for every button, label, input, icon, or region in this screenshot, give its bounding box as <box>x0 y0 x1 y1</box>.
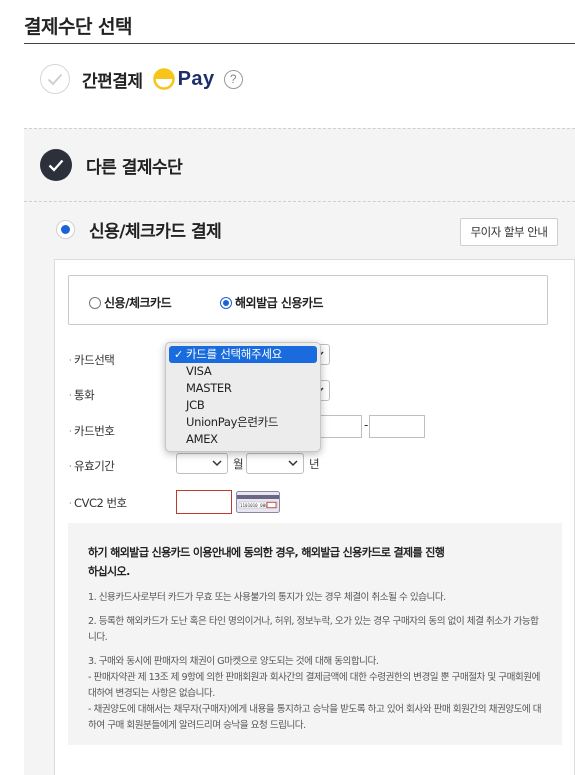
notice-item-3: 3. 구매와 동시에 판매자의 채권이 G마켓으로 양도되는 것에 대해 동의합… <box>88 656 542 731</box>
smile-logo-icon <box>152 68 175 90</box>
chevron-down-icon <box>212 460 222 467</box>
notice-title: 하기 해외발급 신용카드 이용안내에 동의한 경우, 해외발급 신용카드로 결제… <box>88 546 445 578</box>
expiry-month-select[interactable] <box>176 453 228 474</box>
pay-logo-text: Pay <box>177 67 215 90</box>
card-type-overseas-label: 해외발급 신용카드 <box>235 296 324 310</box>
chevron-down-icon <box>288 460 298 467</box>
bullet: · <box>69 462 72 471</box>
check-circle-icon[interactable] <box>40 64 70 94</box>
card-type-domestic-label: 신용/체크카드 <box>104 296 172 310</box>
card-number-input-4[interactable] <box>369 415 425 438</box>
card-select-label: · 카드선택 <box>69 353 115 367</box>
card-image-text: 1101010 000 <box>240 503 268 508</box>
radio-overseas[interactable] <box>220 296 232 309</box>
check-circle-filled-icon[interactable] <box>40 149 72 181</box>
card-number-label: · 카드번호 <box>69 424 115 438</box>
bullet: · <box>69 391 72 400</box>
bullet: · <box>69 356 72 365</box>
card-type-overseas[interactable]: 해외발급 신용카드 <box>220 294 324 311</box>
notice-box: 하기 해외발급 신용카드 이용안내에 동의한 경우, 해외발급 신용카드로 결제… <box>68 523 562 745</box>
bullet: · <box>69 499 72 508</box>
card-payment-option[interactable]: 신용/체크카드 결제 <box>56 217 222 242</box>
bullet: · <box>69 427 72 436</box>
help-icon[interactable]: ? <box>223 69 243 89</box>
easy-pay-option[interactable]: 간편결제 Pay ? <box>40 63 243 95</box>
dropdown-option-default[interactable]: ✓ 카드를 선택해주세요 <box>169 346 317 363</box>
installment-info-button[interactable]: 무이자 할부 안내 <box>460 218 558 246</box>
dropdown-option-master[interactable]: MASTER <box>166 380 320 397</box>
notice-item-2: 2. 등록한 해외카드가 도난 혹은 타인 명의이거나, 허위, 정보누락, 오… <box>88 616 539 643</box>
radio-domestic[interactable] <box>89 296 101 309</box>
expiry-month-unit: 월 <box>233 457 244 471</box>
dropdown-option-visa[interactable]: VISA <box>166 363 320 380</box>
smile-pay-logo: Pay <box>152 67 215 91</box>
card-type-domestic[interactable]: 신용/체크카드 <box>89 294 172 311</box>
card-number-separator: - <box>364 418 369 432</box>
card-back-icon: 1101010 000 <box>236 491 280 513</box>
dropdown-option-unionpay[interactable]: UnionPay은련카드 <box>166 414 320 431</box>
dropdown-option-jcb[interactable]: JCB <box>166 397 320 414</box>
page-title: 결제수단 선택 <box>24 16 133 38</box>
cvc-label: · CVC2 번호 <box>69 496 127 510</box>
currency-label: · 통화 <box>69 388 95 402</box>
card-select-dropdown: ✓ 카드를 선택해주세요 VISA MASTER JCB UnionPay은련카드… <box>165 342 321 452</box>
check-icon: ✓ <box>174 348 183 361</box>
card-type-selector: 신용/체크카드 해외발급 신용카드 <box>68 275 548 325</box>
card-payment-label: 신용/체크카드 결제 <box>89 222 222 242</box>
expiry-year-unit: 년 <box>309 457 320 471</box>
section-divider <box>24 201 575 202</box>
notice-item-1: 1. 신용카드사로부터 카드가 무효 또는 사용불가의 통지가 있는 경우 체결… <box>88 592 446 603</box>
dropdown-option-amex[interactable]: AMEX <box>166 431 320 448</box>
expiry-label: · 유효기간 <box>69 459 115 473</box>
expiry-year-select[interactable] <box>246 453 304 474</box>
cvc-input[interactable] <box>176 490 232 514</box>
other-methods-panel: 다른 결제수단 신용/체크카드 결제 무이자 할부 안내 신용/체크카드 해외발… <box>24 128 575 775</box>
easy-pay-label: 간편결제 <box>82 71 143 92</box>
radio-selected[interactable] <box>56 220 75 239</box>
card-form: 신용/체크카드 해외발급 신용카드 · 카드선택 · 통화 · 카드번호 - ·… <box>54 259 575 775</box>
other-methods-label: 다른 결제수단 <box>86 158 183 178</box>
title-divider <box>24 43 575 44</box>
